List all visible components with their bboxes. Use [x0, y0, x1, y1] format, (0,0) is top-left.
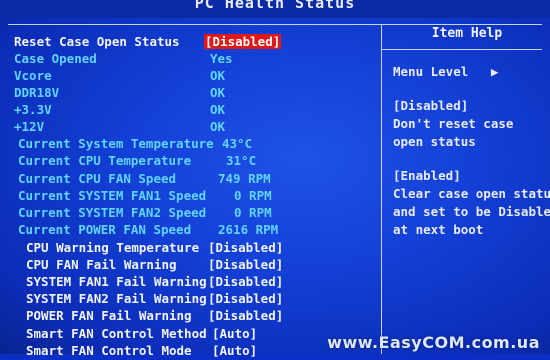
menu-level-label: Menu Level [393, 64, 469, 79]
help-line: [Enabled] [393, 168, 461, 183]
setting-label: Case Opened [14, 51, 97, 66]
setting-row[interactable]: CPU Warning Temperature [Disabled] [14, 240, 374, 257]
setting-label: SYSTEM FAN2 Fail Warning [26, 291, 207, 306]
help-line: Clear case open status [393, 186, 550, 201]
setting-row[interactable]: Smart FAN Control Method [Auto] [14, 326, 374, 343]
help-line: Don't reset case [393, 116, 514, 131]
setting-row: DDR18V OK [14, 85, 374, 102]
right-arrow-icon: ▶ [475, 64, 499, 79]
setting-row: Current SYSTEM FAN1 Speed 0 RPM [14, 188, 374, 205]
setting-value: 43°C [222, 136, 253, 151]
setting-value: 0 RPM [234, 188, 272, 203]
setting-value: OK [210, 68, 226, 83]
setting-value[interactable]: [Disabled] [208, 291, 283, 306]
setting-value: OK [210, 119, 226, 134]
setting-label: POWER FAN Fail Warning [26, 308, 192, 323]
setting-label: Smart FAN Control Method [26, 326, 207, 341]
setting-label: CPU Warning Temperature [26, 240, 200, 255]
setting-label: DDR18V [14, 85, 60, 100]
setting-value[interactable]: [Auto] [212, 343, 257, 358]
setting-row: Current POWER FAN Speed 2616 RPM [14, 222, 374, 239]
setting-row[interactable]: Smart FAN Control Mode [Auto] [14, 343, 374, 360]
setting-label: SYSTEM FAN1 Fail Warning [26, 274, 207, 289]
frame-top [8, 24, 542, 25]
selected-value[interactable]: [Disabled] [204, 34, 282, 49]
setting-value[interactable]: [Disabled] [208, 257, 283, 272]
menu-level: Menu Level ▶ [393, 64, 498, 79]
setting-row: Case Opened Yes [14, 51, 374, 68]
setting-value: 749 RPM [218, 171, 271, 186]
item-help-title: Item Help [431, 26, 503, 41]
setting-row: Current CPU Temperature 31°C [14, 153, 374, 170]
setting-label: Reset Case Open Status [14, 34, 180, 49]
setting-label: +12V [14, 119, 45, 134]
setting-label: Current System Temperature [18, 136, 214, 151]
setting-label: Current CPU Temperature [18, 153, 192, 168]
setting-value: 31°C [226, 153, 257, 168]
setting-value: Yes [210, 51, 233, 66]
setting-label: Current POWER FAN Speed [18, 222, 192, 237]
title-bar: PC Health Status [0, 0, 550, 18]
setting-row: Current SYSTEM FAN2 Speed 0 RPM [14, 205, 374, 222]
setting-label: CPU FAN Fail Warning [26, 257, 177, 272]
setting-row: +12V OK [14, 119, 374, 136]
setting-value[interactable]: [Disabled] [208, 274, 283, 289]
setting-label: +3.3V [14, 102, 52, 117]
setting-label: Current SYSTEM FAN2 Speed [18, 205, 207, 220]
setting-value: OK [210, 85, 226, 100]
bios-screen: PC Health Status Reset Case Open Status [… [0, 0, 550, 358]
setting-value[interactable]: [Auto] [212, 326, 257, 341]
help-line: [Disabled] [393, 98, 469, 113]
setting-row: +3.3V OK [14, 102, 374, 119]
setting-label: Smart FAN Control Mode [26, 343, 192, 358]
page-title: PC Health Status [194, 0, 356, 12]
setting-value: OK [210, 102, 226, 117]
setting-row: Current System Temperature 43°C [14, 136, 374, 153]
setting-value[interactable]: [Disabled] [208, 308, 283, 323]
setting-row: Current CPU FAN Speed 749 RPM [14, 171, 374, 188]
setting-row[interactable]: SYSTEM FAN1 Fail Warning [Disabled] [14, 274, 374, 291]
help-line: at next boot [393, 222, 484, 237]
help-line: open status [393, 134, 476, 149]
setting-row: Vcore OK [14, 68, 374, 85]
setting-label: Current CPU FAN Speed [18, 171, 177, 186]
setting-value: 2616 RPM [218, 222, 279, 237]
setting-row[interactable]: POWER FAN Fail Warning [Disabled] [14, 308, 374, 325]
setting-row[interactable]: SYSTEM FAN2 Fail Warning [Disabled] [14, 291, 374, 308]
help-line: and set to be Disabled [393, 204, 550, 219]
setting-row[interactable]: CPU FAN Fail Warning [Disabled] [14, 257, 374, 274]
setting-label: Current SYSTEM FAN1 Speed [18, 188, 207, 203]
setting-value[interactable]: [Disabled] [208, 240, 283, 255]
setting-label: Vcore [14, 68, 52, 83]
frame-divider [381, 24, 382, 354]
setting-row[interactable]: Reset Case Open Status [Disabled] [14, 34, 374, 51]
watermark: www.EasyCOM.com.ua [327, 333, 540, 352]
help-separator [382, 49, 542, 50]
setting-value: 0 RPM [234, 205, 272, 220]
